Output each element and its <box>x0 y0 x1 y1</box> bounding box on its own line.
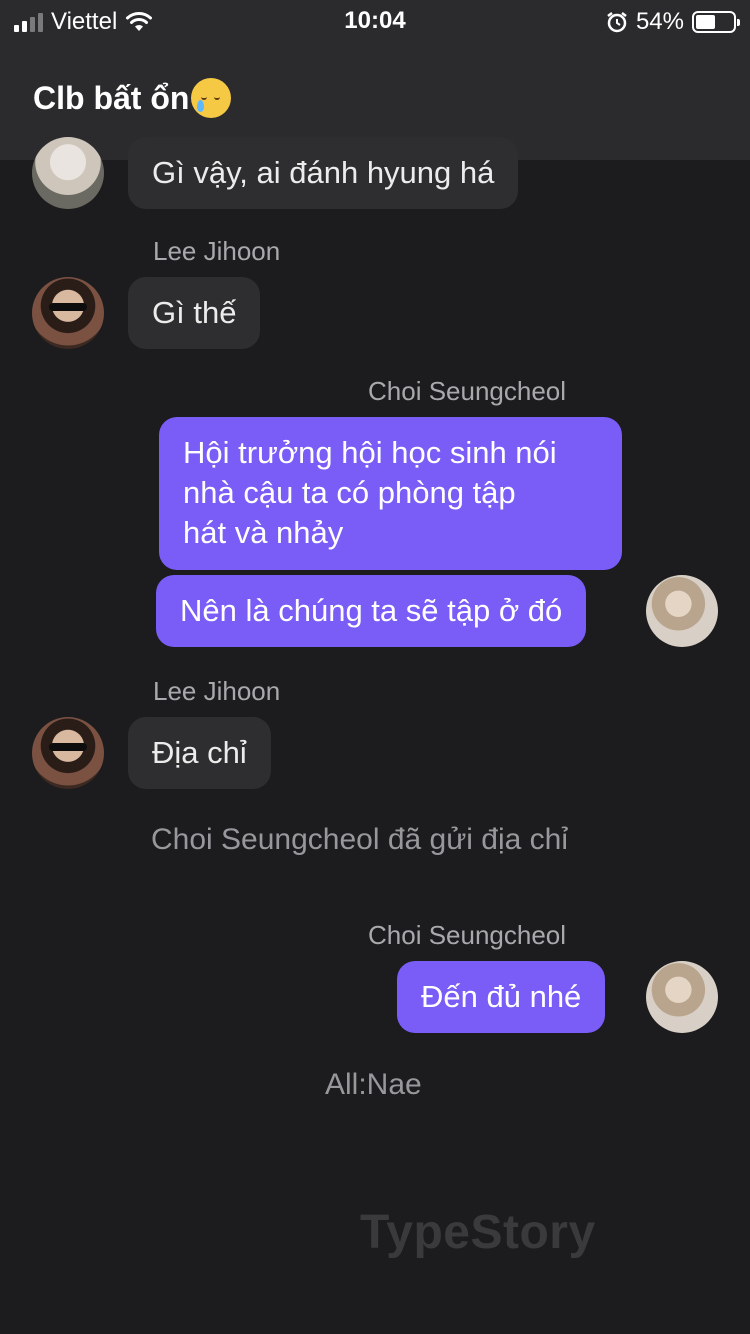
message-bubble-incoming[interactable]: Địa chỉ <box>128 717 271 789</box>
watermark: TypeStory <box>360 1206 596 1259</box>
message-line: Hội trưởng hội học sinh nói <box>183 435 557 470</box>
battery-percentage: 54% <box>635 8 684 35</box>
alarm-icon <box>607 12 627 33</box>
system-message: All:Nae <box>325 1068 422 1101</box>
battery-level-fill <box>696 15 716 29</box>
message-bubble-outgoing[interactable]: Đến đủ nhé <box>397 961 606 1033</box>
status-bar: Viettel 10:04 54% <box>0 0 750 40</box>
sender-name: Lee Jihoon <box>153 236 281 266</box>
sender-name: Lee Jihoon <box>153 676 281 706</box>
message-bubble-outgoing[interactable]: Hội trưởng hội học sinh nói nhà cậu ta c… <box>159 417 622 570</box>
message-bubble-outgoing[interactable]: Nên là chúng ta sẽ tập ở đó <box>156 575 587 647</box>
message-bubble-incoming[interactable]: Gì vậy, ai đánh hyung há <box>128 137 519 209</box>
status-right: 54% <box>606 8 740 36</box>
crying-face-emoji <box>191 77 232 118</box>
message-bubble-incoming[interactable]: Gì thế <box>128 277 261 349</box>
avatar[interactable] <box>32 137 104 209</box>
chat-title-text: Clb bất ổn <box>33 80 190 116</box>
system-message: Choi Seungcheol đã gửi địa chỉ <box>151 823 569 856</box>
sender-name: Choi Seungcheol <box>368 376 567 406</box>
avatar[interactable] <box>32 277 104 349</box>
avatar[interactable] <box>646 575 718 647</box>
message-line: nhà cậu ta có phòng tập <box>183 475 516 510</box>
battery-icon <box>692 11 740 33</box>
avatar[interactable] <box>32 717 104 789</box>
avatar[interactable] <box>646 961 718 1033</box>
message-line: hát và nhảy <box>183 515 344 550</box>
sender-name: Choi Seungcheol <box>368 920 567 950</box>
chat-title[interactable]: Clb bất ổn <box>33 77 232 121</box>
